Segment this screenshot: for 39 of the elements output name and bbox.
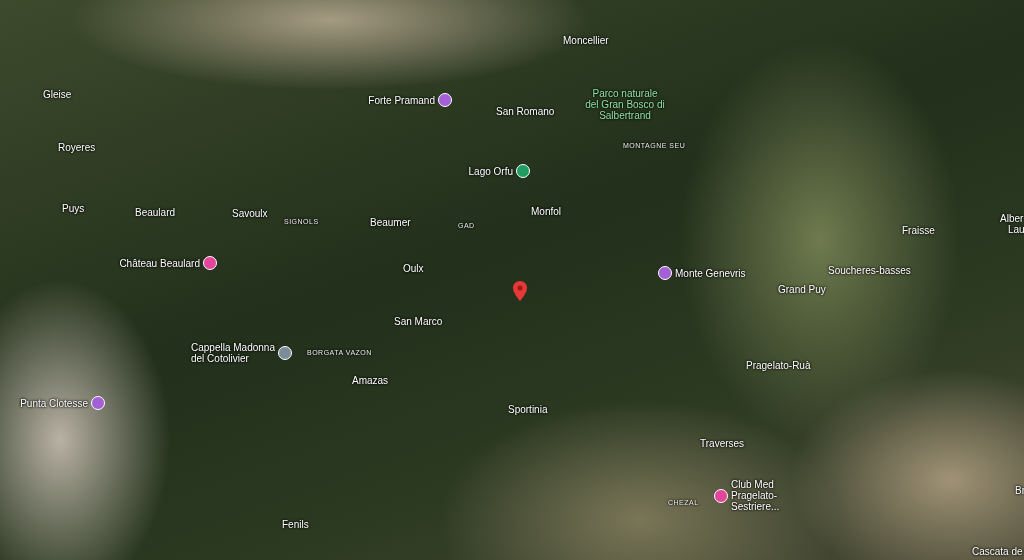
place-label: Beaulard (135, 207, 176, 218)
park-label: Parco naturale del Gran Bosco di Salbertrand (585, 88, 665, 121)
poi-label[interactable]: Forte Pramand (368, 94, 435, 106)
poi-pin-icon[interactable] (714, 488, 728, 503)
place-label: Sportinia (508, 404, 548, 415)
place-label: Pragelato-Ruà (746, 360, 811, 371)
place-label: Grand Puy (778, 284, 826, 295)
poi-label[interactable]: Club Med Pragelato-Sestriere... (731, 479, 821, 512)
poi-pin-icon[interactable] (438, 93, 452, 107)
poi-pin-icon[interactable] (516, 164, 530, 178)
satellite-imagery[interactable] (0, 0, 1024, 560)
poi-label[interactable]: Cappella Madonna del Cotolivier (191, 342, 275, 364)
place-label: Royeres (58, 142, 96, 153)
place-label: Amazas (352, 375, 389, 386)
place-label: Oulx (403, 263, 424, 274)
place-label: Monfol (531, 206, 561, 217)
place-label: Fenils (282, 519, 309, 530)
place-label: San Romano (496, 106, 555, 117)
place-label: Fraisse (902, 225, 935, 236)
poi-label[interactable]: Lago Orfu (468, 165, 513, 177)
place-label: Traverses (700, 438, 745, 449)
place-label: Soucheres-basses (828, 265, 911, 276)
poi-label[interactable]: Monte Genevris (675, 267, 746, 279)
place-label: Puys (62, 203, 85, 214)
poi-pin-icon[interactable] (203, 256, 217, 270)
place-label: Moncellier (563, 35, 609, 46)
place-label: Alber (1000, 213, 1024, 224)
place-label: Beaumer (370, 217, 411, 228)
location-pin-icon (513, 281, 527, 301)
place-label: Savoulx (232, 208, 268, 219)
place-label: Lau (1008, 224, 1024, 235)
place-label: Br (1015, 485, 1024, 496)
poi-label[interactable]: Château Beaulard (119, 257, 200, 269)
place-label: Gleise (43, 89, 72, 100)
poi-label[interactable]: Punta Clotesse (20, 397, 88, 409)
place-label: Cascata de (972, 546, 1023, 557)
poi-pin-icon[interactable] (278, 346, 292, 360)
poi-pin-icon[interactable] (658, 266, 672, 280)
place-label: San Marco (394, 316, 443, 327)
